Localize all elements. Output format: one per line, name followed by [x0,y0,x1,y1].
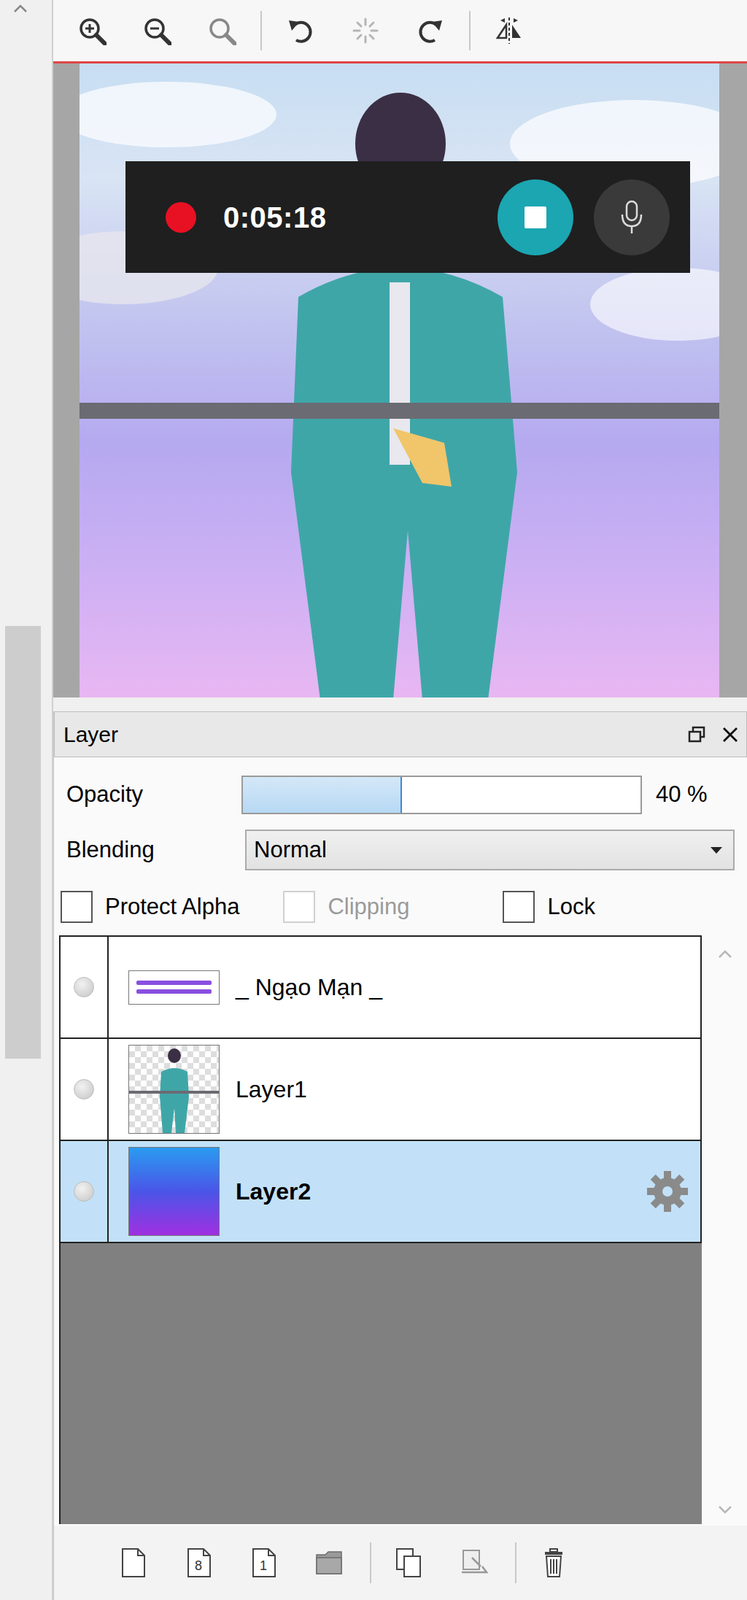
layer-options: Protect Alpha Clipping Lock [59,884,747,929]
option-checkbox: Clipping [283,889,410,925]
layer-tool-button[interactable] [388,1539,430,1586]
recording-time: 0:05:18 [223,195,498,240]
layer-name: _ Ngạo Mạn _ [225,936,701,1038]
opacity-slider[interactable] [241,775,642,815]
toolbar-button[interactable] [199,8,245,54]
toolbar-button[interactable] [486,8,532,54]
visibility-dot [73,976,95,998]
dropdown-arrow-icon [709,845,723,855]
layer-tool-button[interactable]: 1 [243,1539,285,1586]
scroll-up-icon[interactable] [717,948,734,961]
stop-icon [523,204,548,230]
scroll-down-icon[interactable] [717,1503,734,1516]
zoom-out-icon [142,16,172,46]
blending-label: Blending [59,833,246,868]
toolbar-separator [469,10,471,51]
option-label: Clipping [327,889,410,925]
layer-tool-button[interactable] [533,1539,575,1586]
blending-row: BlendingNormal [59,827,747,872]
close-icon[interactable] [721,725,739,744]
left-scrollbar[interactable] [0,0,54,1600]
layer-row[interactable]: _ Ngạo Mạn _ [60,936,702,1039]
main-area: 0:05:18 Layer Opacity 40 % BlendingNormal Pro… [53,0,747,1600]
layer-thumbnail [128,1146,220,1236]
option-label: Lock [547,889,595,925]
rotate-left-icon [285,16,316,46]
new-layer-icon [120,1547,149,1578]
visibility-dot [73,1181,95,1202]
toolbar-separator [515,1542,517,1583]
layer-tool-button[interactable] [113,1539,155,1586]
scroll-up-icon[interactable] [12,2,29,15]
recording-indicator [165,202,197,233]
toolbar-button[interactable] [69,8,115,54]
scroll-thumb[interactable] [5,625,41,1059]
list-scrollbar[interactable] [701,935,747,1524]
layer-row[interactable]: Layer2 [60,1140,702,1244]
layer-tool-button[interactable]: 8 [178,1539,220,1586]
layer-panel: Layer Opacity 40 % BlendingNormal Protect Al… [53,711,747,1600]
option-checkbox[interactable]: Lock [502,889,595,925]
flip-icon [494,16,524,46]
layer-thumbnail [128,970,220,1005]
opacity-fill [242,776,402,813]
layer-thumbnail [128,1044,220,1134]
opacity-value: 40 % [655,777,708,812]
panel-header: Layer [53,711,747,758]
toolbar-separator [369,1542,372,1583]
canvas-area[interactable]: 0:05:18 [53,61,747,698]
blending-dropdown[interactable]: Normal [245,829,735,871]
gear-icon[interactable] [645,1169,690,1214]
layer-name: Layer2 [225,1140,635,1242]
microphone-icon [617,199,646,235]
checkbox[interactable] [60,890,93,923]
visibility-toggle[interactable] [60,1140,109,1242]
tool-label: 8 [194,1558,203,1573]
layer-row[interactable]: Layer1 [60,1038,702,1141]
artwork-image [79,63,720,698]
opacity-row: Opacity 40 % [59,772,747,817]
toolbar-button[interactable] [134,8,180,54]
layer-name: Layer1 [225,1038,701,1140]
visibility-toggle[interactable] [60,1038,109,1140]
layer-tool-button[interactable] [453,1539,495,1586]
folder-icon [315,1547,343,1578]
new-layer-bits-icon: 1 [250,1547,278,1578]
mic-button[interactable] [593,179,670,256]
merge-down-icon [460,1547,489,1578]
recording-bar: 0:05:18 [125,161,691,273]
layer-list: _ Ngạo Mạn _Layer1Layer2 [59,935,702,1524]
checkbox [283,890,316,923]
visibility-toggle[interactable] [60,936,109,1038]
restore-icon[interactable] [687,725,706,744]
zoom-reset-icon [207,16,237,46]
view-toolbar [53,0,747,62]
toolbar-button[interactable] [277,8,324,54]
rotate-reset-icon [350,16,381,46]
rotate-right-icon [415,16,445,46]
zoom-in-icon [77,16,107,46]
toolbar-separator [260,10,262,51]
toolbar-button[interactable] [407,8,454,54]
layer-tool-button[interactable] [308,1539,350,1586]
stop-button[interactable] [497,179,574,256]
option-label: Protect Alpha [105,889,240,925]
layer-toolbar: 81 [53,1525,747,1600]
duplicate-icon [395,1547,424,1578]
option-checkbox[interactable]: Protect Alpha [60,889,240,925]
opacity-label: Opacity [59,777,242,812]
visibility-dot [73,1078,95,1100]
new-layer-bits-icon: 8 [186,1547,213,1578]
blending-value: Normal [253,833,327,868]
tool-label: 1 [259,1558,267,1573]
checkbox[interactable] [502,890,535,923]
toolbar-button[interactable] [342,8,389,54]
panel-title: Layer [63,717,688,751]
trash-icon [540,1547,569,1578]
